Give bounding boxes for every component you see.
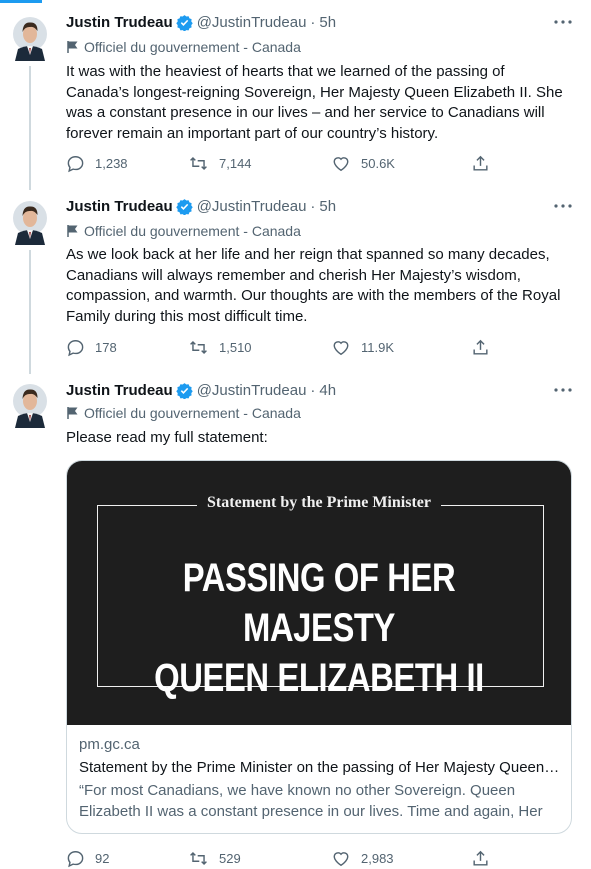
- reply-count: 178: [95, 339, 117, 355]
- tweet-timestamp[interactable]: 4h: [319, 382, 336, 399]
- author-handle[interactable]: @JustinTrudeau: [197, 382, 307, 399]
- like-count: 2,983: [361, 850, 394, 866]
- tweet-text: As we look back at her life and her reig…: [66, 246, 561, 325]
- share-button[interactable]: [471, 847, 490, 869]
- retweet-icon: [190, 156, 207, 170]
- like-button[interactable]: 50.6K: [331, 152, 395, 174]
- separator: ·: [310, 13, 316, 31]
- card-domain: pm.gc.ca: [79, 736, 140, 753]
- reply-icon: [67, 339, 84, 356]
- government-label-text: Officiel du gouvernement - Canada: [84, 39, 301, 55]
- retweet-count: 7,144: [219, 155, 252, 171]
- tweet-text: It was with the heaviest of hearts that …: [66, 63, 563, 142]
- reply-button[interactable]: 92: [66, 847, 109, 869]
- retweet-icon: [190, 340, 207, 354]
- tweet[interactable]: Justin Trudeau @JustinTrudeau · 5h Offic…: [0, 0, 591, 185]
- author-name[interactable]: Justin Trudeau: [66, 198, 173, 215]
- retweet-button[interactable]: 529: [188, 847, 241, 869]
- more-options-icon[interactable]: [552, 12, 574, 32]
- tweet-header: Justin Trudeau @JustinTrudeau · 5h: [66, 12, 336, 32]
- card-image-heading-text: Statement by the Prime Minister: [197, 494, 441, 511]
- share-icon: [473, 155, 488, 171]
- link-preview-card[interactable]: Statement by the Prime Minister PASSING …: [66, 460, 572, 834]
- card-image-title-line1: PASSING OF HER MAJESTY: [182, 556, 456, 650]
- tweet-actions: 92 529 2,983: [66, 847, 496, 869]
- reply-count: 92: [95, 850, 110, 866]
- separator: ·: [310, 197, 316, 215]
- card-image-heading: Statement by the Prime Minister: [67, 494, 571, 512]
- avatar[interactable]: [13, 201, 47, 245]
- government-flag-icon: [67, 225, 78, 237]
- reply-icon: [67, 155, 84, 172]
- government-label[interactable]: Officiel du gouvernement - Canada: [66, 404, 301, 422]
- retweet-button[interactable]: 7,144: [188, 152, 252, 174]
- government-flag-icon: [67, 407, 78, 419]
- card-image-title: PASSING OF HER MAJESTY QUEEN ELIZABETH I…: [112, 553, 525, 703]
- tweet-actions: 1,238 7,144 50.6K: [66, 152, 496, 174]
- retweet-button[interactable]: 1,510: [188, 336, 252, 358]
- more-options-icon[interactable]: [552, 196, 574, 216]
- like-button[interactable]: 11.9K: [331, 336, 394, 358]
- government-label-text: Officiel du gouvernement - Canada: [84, 405, 301, 421]
- card-image-title-line2: QUEEN ELIZABETH II: [154, 656, 484, 700]
- share-icon: [473, 339, 488, 355]
- retweet-count: 529: [219, 850, 241, 866]
- author-handle[interactable]: @JustinTrudeau: [197, 198, 307, 215]
- tweet-text: Please read my full statement:: [66, 429, 268, 446]
- card-image: Statement by the Prime Minister PASSING …: [67, 461, 571, 725]
- more-options-icon[interactable]: [552, 380, 574, 400]
- verified-badge-icon: [175, 382, 193, 399]
- like-icon: [333, 340, 349, 355]
- government-label[interactable]: Officiel du gouvernement - Canada: [66, 222, 301, 240]
- verified-badge-icon: [175, 14, 193, 31]
- reply-count: 1,238: [95, 155, 128, 171]
- author-name[interactable]: Justin Trudeau: [66, 14, 173, 31]
- reply-button[interactable]: 178: [66, 336, 117, 358]
- like-button[interactable]: 2,983: [331, 847, 394, 869]
- like-count: 11.9K: [361, 339, 395, 355]
- share-icon: [473, 850, 488, 866]
- share-button[interactable]: [471, 336, 490, 358]
- retweet-icon: [190, 851, 207, 865]
- like-icon: [333, 156, 349, 171]
- tweet-header: Justin Trudeau @JustinTrudeau · 5h: [66, 196, 336, 216]
- tweet-header: Justin Trudeau @JustinTrudeau · 4h: [66, 380, 336, 400]
- like-count: 50.6K: [361, 155, 395, 171]
- tweet-timestamp[interactable]: 5h: [319, 14, 336, 31]
- tweet-timestamp[interactable]: 5h: [319, 198, 336, 215]
- government-label-text: Officiel du gouvernement - Canada: [84, 223, 301, 239]
- separator: ·: [310, 381, 316, 399]
- government-flag-icon: [67, 41, 78, 53]
- share-button[interactable]: [471, 152, 490, 174]
- tweet[interactable]: Justin Trudeau @JustinTrudeau · 5h Offic…: [0, 185, 591, 370]
- tweet-actions: 178 1,510 11.9K: [66, 336, 496, 358]
- card-description: “For most Canadians, we have known no ot…: [79, 782, 543, 834]
- author-handle[interactable]: @JustinTrudeau: [197, 14, 307, 31]
- like-icon: [333, 851, 349, 866]
- avatar[interactable]: [13, 384, 47, 428]
- author-name[interactable]: Justin Trudeau: [66, 382, 173, 399]
- reply-button[interactable]: 1,238: [66, 152, 128, 174]
- avatar[interactable]: [13, 17, 47, 61]
- card-title: Statement by the Prime Minister on the p…: [79, 759, 560, 776]
- retweet-count: 1,510: [219, 339, 252, 355]
- reply-icon: [67, 850, 84, 867]
- government-label[interactable]: Officiel du gouvernement - Canada: [66, 38, 301, 56]
- verified-badge-icon: [175, 198, 193, 215]
